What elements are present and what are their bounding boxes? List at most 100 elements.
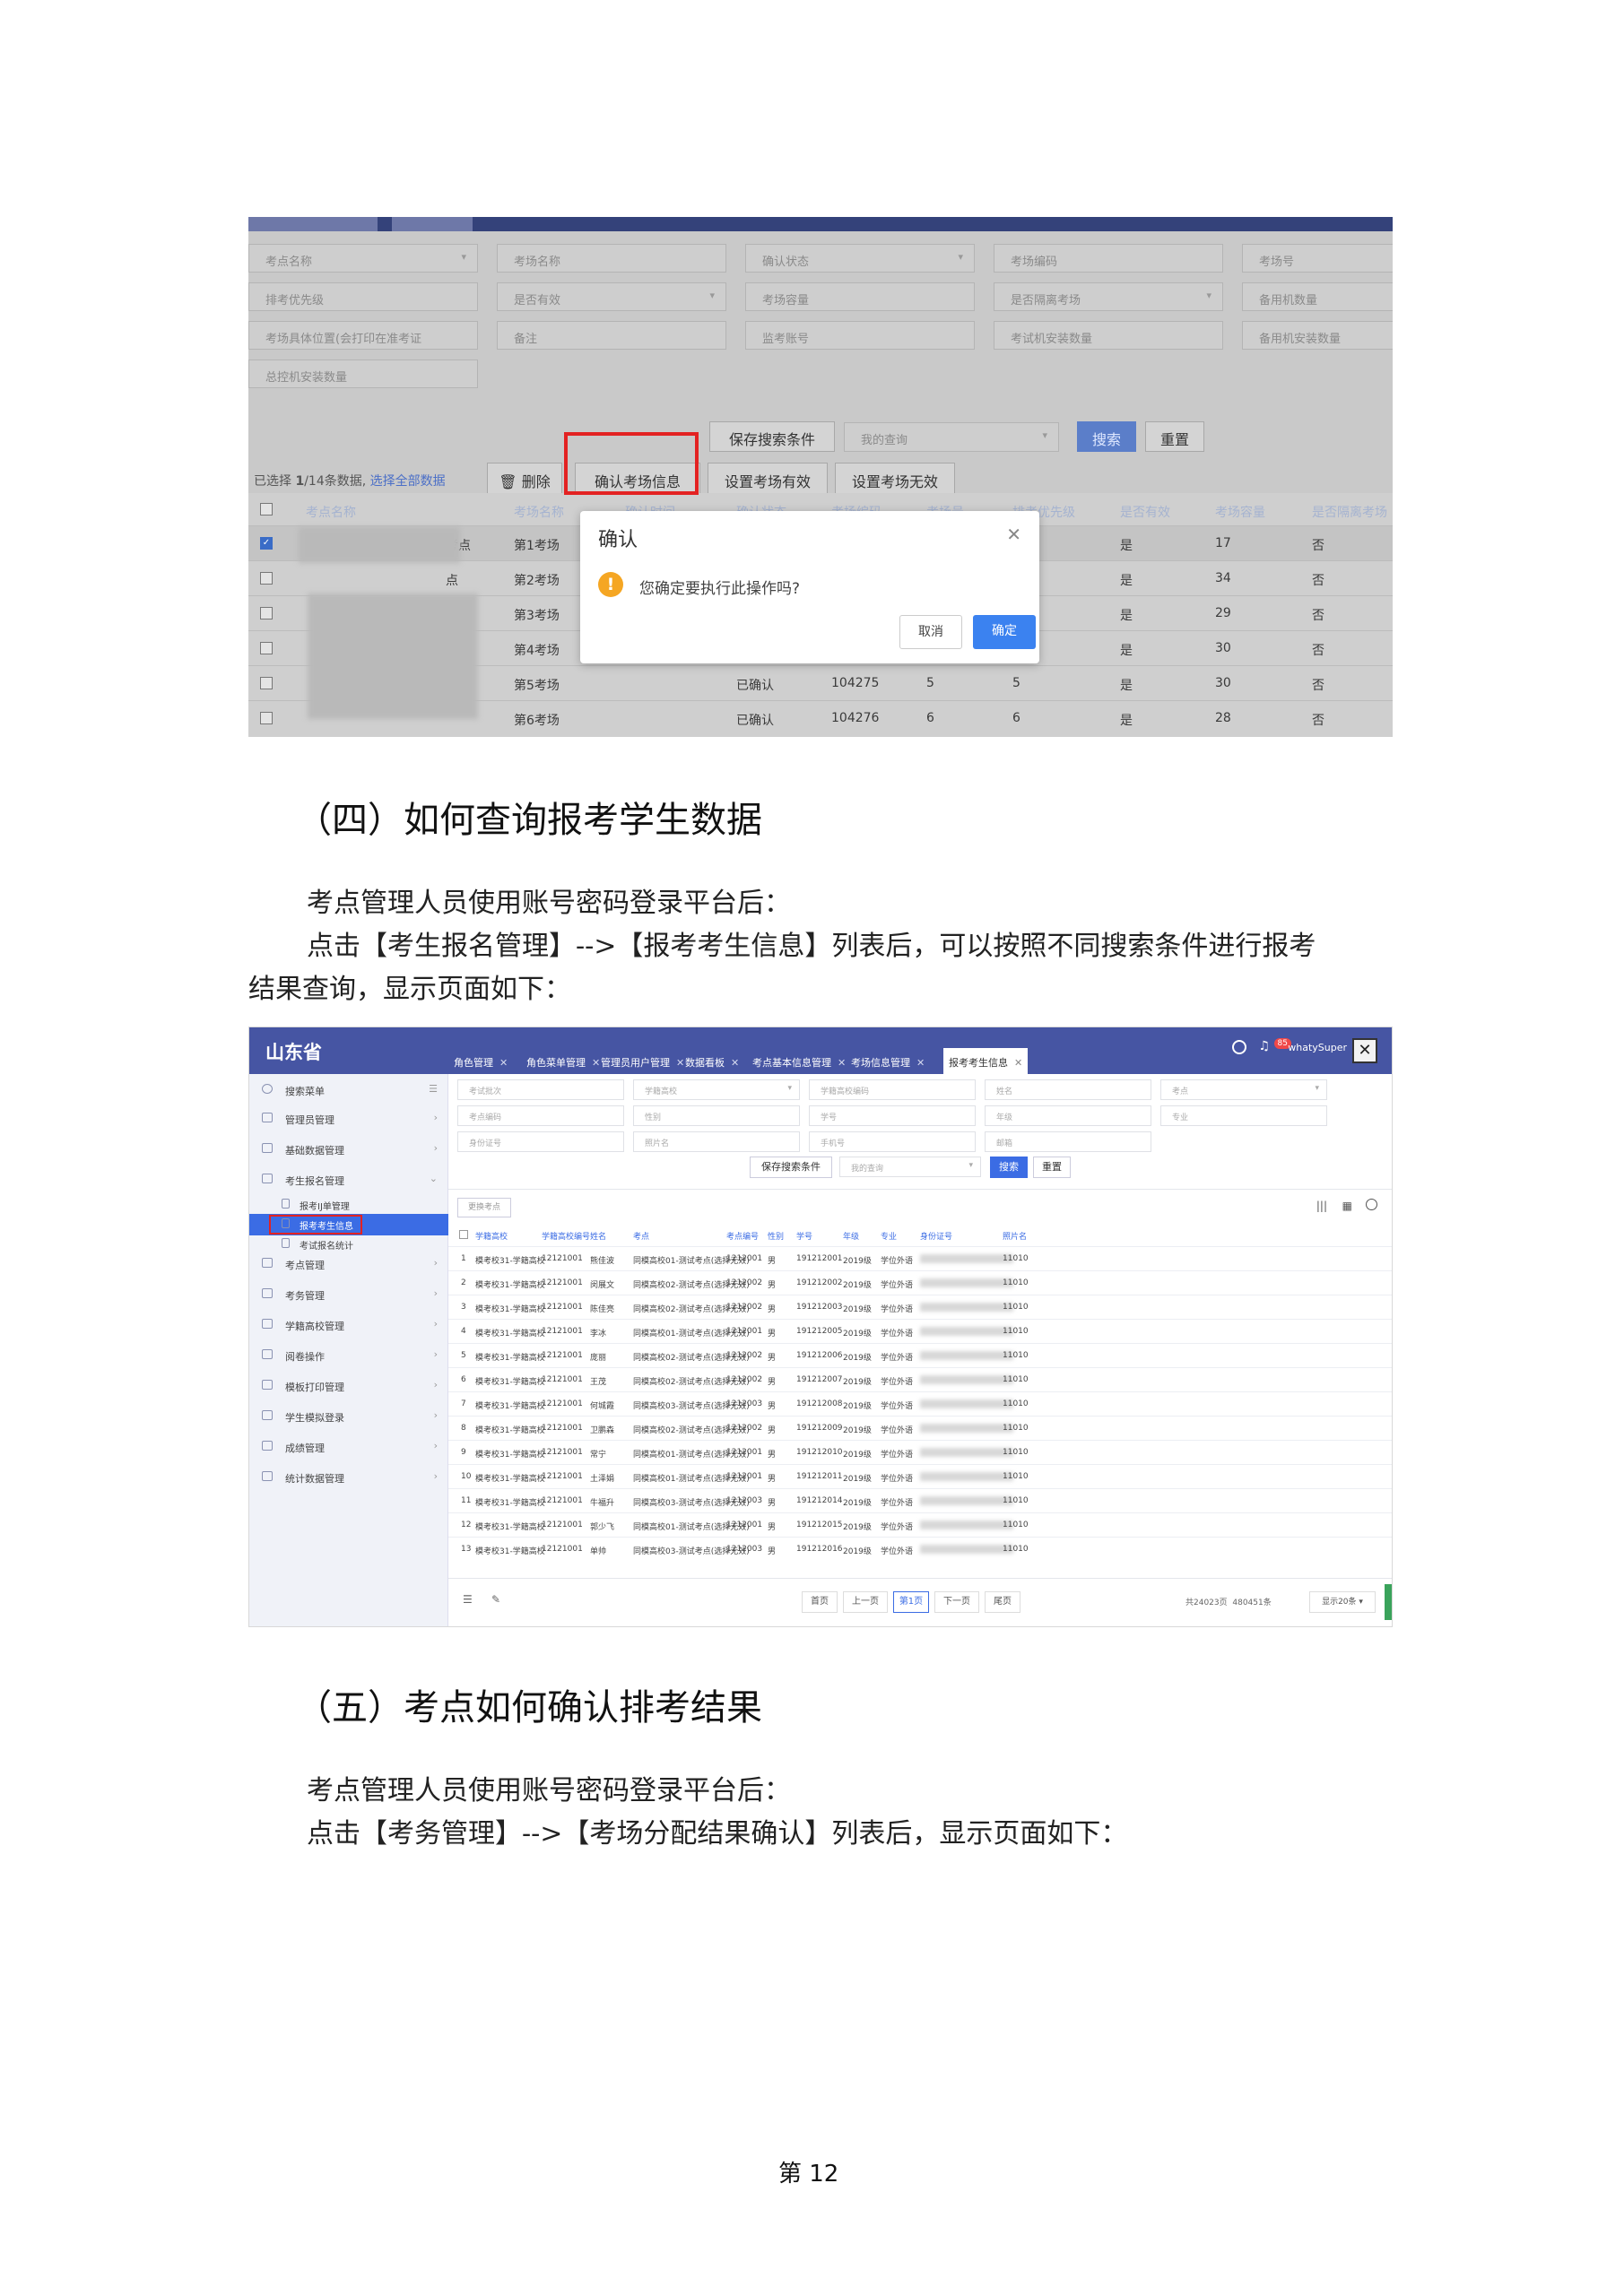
filter-field[interactable]: 考点名称 ▾ xyxy=(248,244,478,273)
sidebar-item[interactable]: 考试报名统计 xyxy=(249,1234,448,1255)
last-page-button[interactable]: 尾页 xyxy=(985,1591,1020,1613)
column-header[interactable]: 学籍高校编号 xyxy=(542,1223,590,1246)
update-site-button[interactable]: 更换考点 xyxy=(457,1198,511,1217)
table-row[interactable]: 9 模考校31-学籍高校 12121001 常宁 同模高校01-测试考点(选择无效) 12… xyxy=(448,1440,1392,1464)
column-header[interactable]: 考点 xyxy=(633,1223,649,1246)
table-row[interactable]: 10 模考校31-学籍高校 12121001 土泽娟 同模高校01-测试考点(选择无效)… xyxy=(448,1464,1392,1488)
column-header[interactable]: 考点名称 xyxy=(306,493,356,525)
row-checkbox[interactable] xyxy=(260,572,273,585)
search-field[interactable]: 照片名 xyxy=(633,1131,800,1152)
filter-field[interactable]: 考场编码 xyxy=(994,244,1223,273)
reset-button[interactable]: 重置 xyxy=(1145,421,1204,452)
compass-icon[interactable] xyxy=(1232,1040,1246,1054)
table-row[interactable]: 5 模考校31-学籍高校 12121001 庞丽 同模高校02-测试考点(选择无效) 12… xyxy=(448,1343,1392,1367)
scrollbar[interactable] xyxy=(1385,1584,1392,1620)
search-field[interactable]: 邮箱 xyxy=(985,1131,1151,1152)
first-page-button[interactable]: 首页 xyxy=(802,1591,838,1613)
dialog-cancel-button[interactable]: 取消 xyxy=(899,615,962,649)
search-field[interactable]: 学籍高校编码 xyxy=(809,1079,976,1100)
column-header[interactable]: 考场容量 xyxy=(1215,493,1265,525)
table-row[interactable]: 4 模考校31-学籍高校 12121001 李冰 同模高校01-测试考点(选择无效) 12… xyxy=(448,1319,1392,1343)
column-header[interactable]: 专业 xyxy=(881,1223,897,1246)
save-search-button[interactable]: 保存搜索条件 xyxy=(709,421,835,452)
close-icon[interactable]: ✕ xyxy=(1352,1038,1377,1063)
export-icon[interactable]: ▦ xyxy=(1342,1200,1352,1212)
edit-icon[interactable]: ✎ xyxy=(491,1593,500,1606)
my-query-select[interactable]: 我的查询 ▾ xyxy=(839,1157,981,1177)
sidebar-item[interactable]: 考点管理 › xyxy=(249,1253,448,1275)
filter-field[interactable]: 考场容量 xyxy=(745,282,975,311)
search-button[interactable]: 搜索 xyxy=(990,1157,1028,1178)
filter-field[interactable]: 总控机安装数量 xyxy=(248,360,478,388)
prev-page-button[interactable]: 上一页 xyxy=(843,1591,888,1613)
search-button[interactable]: 搜索 xyxy=(1077,421,1136,452)
select-all-checkbox[interactable] xyxy=(260,503,273,516)
search-field[interactable]: 考试批次 xyxy=(457,1079,624,1100)
filter-field[interactable]: 监考账号 xyxy=(745,321,975,350)
my-query-select[interactable]: 我的查询 ▾ xyxy=(844,422,1059,452)
column-header[interactable]: 考场名称 xyxy=(514,493,564,525)
row-checkbox[interactable]: ✓ xyxy=(260,537,273,550)
row-checkbox[interactable] xyxy=(260,642,273,654)
column-header[interactable]: 是否有效 xyxy=(1120,493,1170,525)
search-field[interactable]: 年级 xyxy=(985,1105,1151,1126)
table-row[interactable]: 3 模考校31-学籍高校 12121001 陈佳亮 同模高校02-测试考点(选择无效) 1… xyxy=(448,1295,1392,1319)
search-field[interactable]: 专业 xyxy=(1160,1105,1327,1126)
sidebar-item[interactable]: 管理员管理 › xyxy=(249,1108,448,1130)
row-checkbox[interactable] xyxy=(260,677,273,689)
filter-field[interactable]: 确认状态 ▾ xyxy=(745,244,975,273)
filter-field[interactable]: 是否有效 ▾ xyxy=(497,282,726,311)
sidebar-item[interactable]: 学生模拟登录 › xyxy=(249,1406,448,1427)
delete-button[interactable]: 🗑 删除 xyxy=(487,463,562,495)
select-all-checkbox[interactable] xyxy=(459,1230,468,1239)
select-all-link[interactable]: 选择全部数据 xyxy=(370,474,446,489)
clock-icon[interactable] xyxy=(1366,1199,1377,1210)
close-icon[interactable]: ✕ xyxy=(1006,524,1021,545)
table-row[interactable]: 1 模考校31-学籍高校 12121001 熊佳波 同模高校01-测试考点(选择无效) 1… xyxy=(448,1246,1392,1270)
close-icon[interactable]: ✕ xyxy=(838,1057,846,1069)
table-row[interactable]: 12 模考校31-学籍高校 12121001 郭少飞 同模高校01-测试考点(选择无效)… xyxy=(448,1512,1392,1537)
table-row[interactable]: 2 模考校31-学籍高校 12121001 闵展文 同模高校02-测试考点(选择无效) 1… xyxy=(448,1270,1392,1295)
search-field[interactable]: 性别 xyxy=(633,1105,800,1126)
search-field[interactable]: 考点编码 xyxy=(457,1105,624,1126)
menu-search[interactable]: 搜索菜单 ☰ xyxy=(249,1079,448,1101)
set-room-invalid-button[interactable]: 设置考场无效 xyxy=(835,463,955,495)
page-size-select[interactable]: 显示20条 ▾ xyxy=(1309,1591,1376,1613)
filter-field[interactable]: 备用机数量 xyxy=(1242,282,1393,311)
sidebar-item[interactable]: 统计数据管理 › xyxy=(249,1467,448,1488)
close-icon[interactable]: ✕ xyxy=(1014,1057,1022,1069)
tab-1[interactable]: 角色管理 ✕ xyxy=(448,1048,513,1074)
column-header[interactable]: 身份证号 xyxy=(920,1223,952,1246)
next-page-button[interactable]: 下一页 xyxy=(934,1591,979,1613)
close-icon[interactable]: ✕ xyxy=(731,1057,739,1069)
current-page[interactable]: 第1页 xyxy=(893,1591,929,1613)
row-checkbox[interactable] xyxy=(260,607,273,619)
tab-2[interactable]: 角色菜单管理 ✕ xyxy=(521,1048,605,1074)
close-icon[interactable]: ✕ xyxy=(916,1057,925,1069)
tab-5[interactable]: 考点基本信息管理 ✕ xyxy=(747,1048,851,1074)
filter-field[interactable]: 排考优先级 xyxy=(248,282,478,311)
search-field[interactable]: 学籍高校 ▾ xyxy=(633,1079,800,1100)
bell-icon[interactable]: ♫ xyxy=(1258,1039,1270,1053)
filter-field[interactable]: 考试机安装数量 xyxy=(994,321,1223,350)
list-icon[interactable]: ☰ xyxy=(429,1083,438,1095)
filter-field[interactable]: 备注 xyxy=(497,321,726,350)
sidebar-item[interactable]: 基础数据管理 › xyxy=(249,1139,448,1160)
user-name[interactable]: whatySuper xyxy=(1288,1042,1347,1053)
save-search-button[interactable]: 保存搜索条件 xyxy=(750,1157,832,1178)
column-header[interactable]: 考点编号 xyxy=(726,1223,759,1246)
tab-7[interactable]: 报考考生信息 ✕ xyxy=(943,1048,1029,1074)
column-header[interactable]: 性别 xyxy=(768,1223,784,1246)
search-field[interactable]: 考点 ▾ xyxy=(1160,1079,1327,1100)
search-field[interactable]: 学号 xyxy=(809,1105,976,1126)
sidebar-item[interactable]: 模板打印管理 › xyxy=(249,1375,448,1397)
column-header[interactable]: 是否隔离考场 xyxy=(1312,493,1387,525)
sidebar-item[interactable]: 考务管理 › xyxy=(249,1284,448,1305)
set-room-valid-button[interactable]: 设置考场有效 xyxy=(708,463,828,495)
tab-4[interactable]: 数据看板 ✕ xyxy=(680,1048,744,1074)
column-header[interactable]: 姓名 xyxy=(590,1223,606,1246)
filter-field[interactable]: 考场号 xyxy=(1242,244,1393,273)
sidebar-item[interactable]: 阅卷操作 › xyxy=(249,1345,448,1366)
table-row[interactable]: 6 模考校31-学籍高校 12121001 王茂 同模高校02-测试考点(选择无效) 12… xyxy=(448,1367,1392,1391)
filter-field[interactable]: 考场名称 xyxy=(497,244,726,273)
